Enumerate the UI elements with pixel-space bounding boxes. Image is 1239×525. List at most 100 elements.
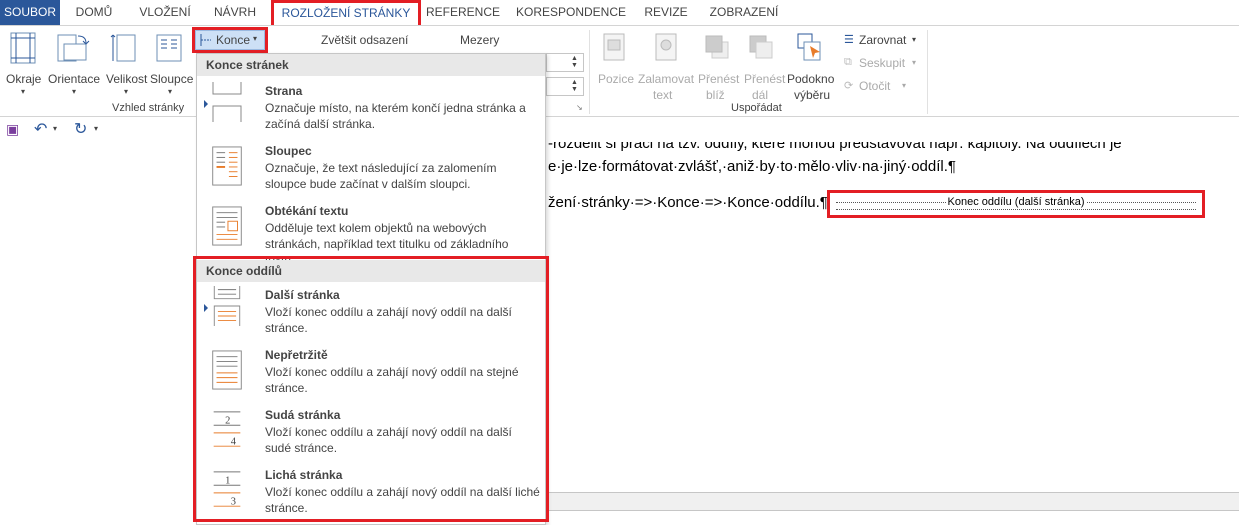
menu-item-text-wrapping-break[interactable]: Obtékání textu Odděluje text kolem objek… — [197, 200, 545, 267]
group-separator — [589, 30, 590, 114]
align-icon: ☰ — [844, 34, 854, 46]
menu-item-page-break[interactable]: Strana Označuje místo, na kterém končí j… — [197, 80, 545, 138]
menu-item-title: Strana — [265, 84, 303, 98]
selection-pane-icon — [797, 33, 821, 61]
align-button[interactable]: ☰ Zarovnat ▾ — [844, 32, 922, 50]
position-button[interactable]: Pozice — [598, 32, 634, 102]
bring-forward-icon — [705, 35, 729, 59]
send-backward-label-1: Přenést — [744, 72, 786, 86]
menu-item-description: Vloží konec oddílu a zahájí nový oddíl n… — [265, 425, 512, 455]
spacing-before-spinner[interactable]: ▲ ▼ — [546, 53, 584, 72]
margins-label: Okraje — [6, 72, 42, 86]
align-label: Zarovnat — [859, 33, 907, 47]
spin-up-icon[interactable]: ▲ ▼ — [571, 55, 578, 69]
orientation-button[interactable]: Orientace ▾ — [48, 32, 101, 100]
undo-dropdown-arrow[interactable]: ▾ — [53, 124, 57, 133]
breaks-button[interactable]: Konce ▾ — [195, 30, 265, 50]
wrap-text-button[interactable]: Zalamovat text — [636, 32, 696, 102]
send-backward-button[interactable]: Přenést dál — [742, 32, 786, 102]
orientation-label: Orientace — [48, 72, 101, 86]
bring-forward-label-1: Přenést — [698, 72, 740, 86]
save-icon[interactable]: ▣ — [6, 121, 19, 138]
selected-marker-icon — [204, 304, 208, 312]
group-button[interactable]: ⧉ Seskupit ▾ — [844, 55, 922, 73]
menu-item-title: Sloupec — [265, 144, 312, 158]
column-break-icon — [212, 146, 242, 186]
size-dropdown-arrow: ▾ — [124, 87, 129, 96]
document-text-line-1: -rozdělit si práci na tzv. oddíly, které… — [548, 135, 1122, 152]
position-icon — [603, 33, 625, 61]
menu-item-description: Vloží konec oddílu a zahájí nový oddíl n… — [265, 305, 512, 335]
menu-item-continuous-section[interactable]: Nepřetržitě Vloží konec oddílu a zahájí … — [197, 344, 545, 402]
page-setup-group-label: Vzhled stránky — [112, 102, 185, 114]
quick-access-toolbar: ▣ ↶ ▾ ↻ ▾ — [0, 118, 190, 142]
spacing-after-spinner[interactable]: ▲ ▼ — [546, 77, 584, 96]
group-dropdown-arrow: ▾ — [912, 58, 917, 67]
spacing-label: Mezery — [460, 33, 500, 47]
tab-design[interactable]: NÁVRH — [204, 0, 266, 25]
selection-pane-label-1: Podokno — [787, 72, 835, 86]
tab-home[interactable]: DOMŮ — [62, 0, 126, 25]
margins-button[interactable]: Okraje ▾ — [6, 32, 42, 100]
even-page-section-icon: 2 4 — [213, 411, 241, 447]
orientation-dropdown-arrow: ▾ — [72, 87, 77, 96]
svg-text:3: 3 — [231, 496, 236, 507]
odd-page-section-icon: 1 3 — [213, 471, 241, 507]
section-breaks-header: Konce oddílů — [197, 260, 545, 282]
svg-text:4: 4 — [231, 436, 237, 447]
menu-item-description: Vloží konec oddílu a zahájí nový oddíl n… — [265, 485, 540, 515]
margins-icon — [10, 32, 36, 64]
svg-text:2: 2 — [225, 415, 230, 426]
columns-dropdown-arrow: ▾ — [168, 87, 173, 96]
menu-item-even-page-section[interactable]: 2 4 Sudá stránka Vloží konec oddílu a za… — [197, 404, 545, 462]
menu-item-title: Sudá stránka — [265, 408, 341, 422]
columns-icon — [156, 34, 182, 62]
position-label: Pozice — [598, 72, 635, 86]
spin-down-icon[interactable]: ▲ ▼ — [571, 79, 578, 93]
group-label: Seskupit — [859, 56, 906, 70]
ribbon-tab-bar: SOUBOR DOMŮ VLOŽENÍ NÁVRH ROZLOŽENÍ STRÁ… — [0, 0, 1239, 25]
tab-review[interactable]: REVIZE — [638, 0, 694, 25]
menu-item-description: Označuje, že text následující za zalomen… — [265, 161, 497, 191]
section-break-marker[interactable]: Konec oddílu (další stránka) — [827, 190, 1205, 218]
text-wrap-break-icon — [212, 206, 242, 246]
align-dropdown-arrow: ▾ — [912, 35, 917, 44]
breaks-dropdown-menu: Konce stránek Strana Označuje místo, na … — [196, 53, 546, 525]
tab-mailings[interactable]: KORESPONDENCE — [512, 0, 630, 25]
rotate-dropdown-arrow: ▾ — [902, 81, 907, 90]
rotate-label: Otočit — [859, 79, 891, 93]
selection-pane-label-2: výběru — [794, 88, 831, 102]
menu-item-next-page-section[interactable]: Další stránka Vloží konec oddílu a zaháj… — [197, 284, 545, 342]
send-backward-icon — [749, 35, 773, 59]
page-size-icon — [110, 34, 136, 62]
tab-view[interactable]: ZOBRAZENÍ — [702, 0, 786, 25]
rotate-button[interactable]: ⟳ Otočit ▾ — [844, 78, 922, 96]
indent-label: Zvětšit odsazení — [321, 33, 409, 47]
continuous-section-icon — [212, 350, 242, 390]
selection-pane-button[interactable]: Podokno výběru — [786, 32, 838, 102]
wrap-text-label-1: Zalamovat — [638, 72, 695, 86]
bring-forward-button[interactable]: Přenést blíž — [698, 32, 740, 102]
tab-file[interactable]: SOUBOR — [0, 0, 60, 25]
rotate-icon: ⟳ — [844, 80, 854, 92]
wrap-text-icon — [655, 33, 677, 61]
tab-page-layout[interactable]: ROZLOŽENÍ STRÁNKY — [273, 0, 419, 25]
group-icon: ⧉ — [844, 56, 852, 68]
redo-icon[interactable]: ↻ — [74, 119, 87, 139]
page-break-icon — [212, 82, 242, 122]
group-separator-2 — [927, 30, 928, 114]
tab-insert[interactable]: VLOŽENÍ — [130, 0, 200, 25]
undo-icon[interactable]: ↶ — [34, 119, 47, 139]
tab-references[interactable]: REFERENCE — [424, 0, 502, 25]
customize-qat-arrow[interactable]: ▾ — [94, 124, 98, 133]
menu-item-odd-page-section[interactable]: 1 3 Lichá stránka Vloží konec oddílu a z… — [197, 464, 545, 522]
columns-label: Sloupce — [150, 72, 194, 86]
size-button[interactable]: Velikost ▾ — [106, 32, 147, 100]
columns-button[interactable]: Sloupce ▾ — [150, 32, 194, 100]
document-text-line-2: e·je·lze·formátovat·zvlášť,·aniž·by·to·m… — [548, 158, 956, 175]
menu-item-column-break[interactable]: Sloupec Označuje, že text následující za… — [197, 140, 545, 198]
paragraph-dialog-launcher-icon[interactable]: ↘ — [576, 103, 583, 112]
menu-item-description: Označuje místo, na kterém končí jedna st… — [265, 101, 526, 131]
breaks-label: Konce — [216, 33, 251, 47]
menu-item-title: Obtékání textu — [265, 204, 349, 218]
